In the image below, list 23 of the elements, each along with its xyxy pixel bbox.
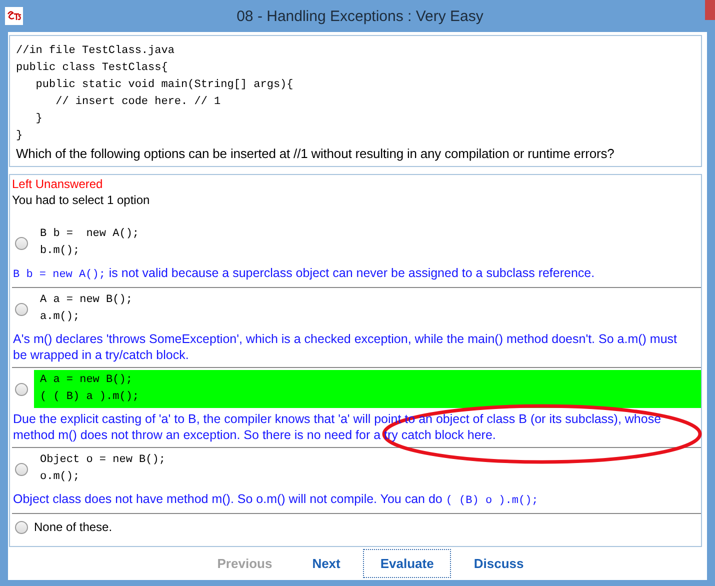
instruction-text: You had to select 1 option [12,192,151,208]
explanation-text: B b = new A(); is not valid because a superclass object can never be assigned to a subclass reference. [12,265,596,283]
radio-button[interactable] [15,236,28,250]
question-text: Which of the following options can be inserted at //1 without resulting in any compilation or runtime errors? [16,145,616,163]
radio-button[interactable] [15,302,28,316]
nav-button[interactable]: Evaluate [363,549,451,578]
nav-button[interactable]: Next [295,549,358,578]
radio-button[interactable] [15,382,28,396]
option-code: A a = new B(); a.m(); [39,293,134,325]
explanation-text: Object class does not have method m(). So o.m() will not compile. You can do ( (B) o ).m(); [12,491,540,509]
option-code: B b = new A(); b.m(); [39,227,140,259]
option-code: Object o = new B(); o.m(); [39,453,166,485]
code-text: //in file TestClass.java public class TestClass{ public static void main(String[] args){ // insert code here. // 1 } } [16,44,294,144]
option-label: None of these. [34,519,112,536]
radio-button[interactable] [15,462,28,476]
window-title: 08 - Handling Exceptions : Very Easy [236,8,484,24]
nav-button: Previous [200,549,290,578]
option-code: A a = new B(); ( ( B) a ).m(); [34,370,701,408]
explanation-text: A's m() declares 'throws SomeException', which is a checked exception, while the main() method doesn't. So a.m() must be wrapped in a try/catch block. [12,331,678,363]
app-logo-icon [5,7,23,25]
result-status: Left Unanswered [12,176,104,192]
nav-button[interactable]: Discuss [456,549,541,578]
radio-button[interactable] [15,520,28,534]
